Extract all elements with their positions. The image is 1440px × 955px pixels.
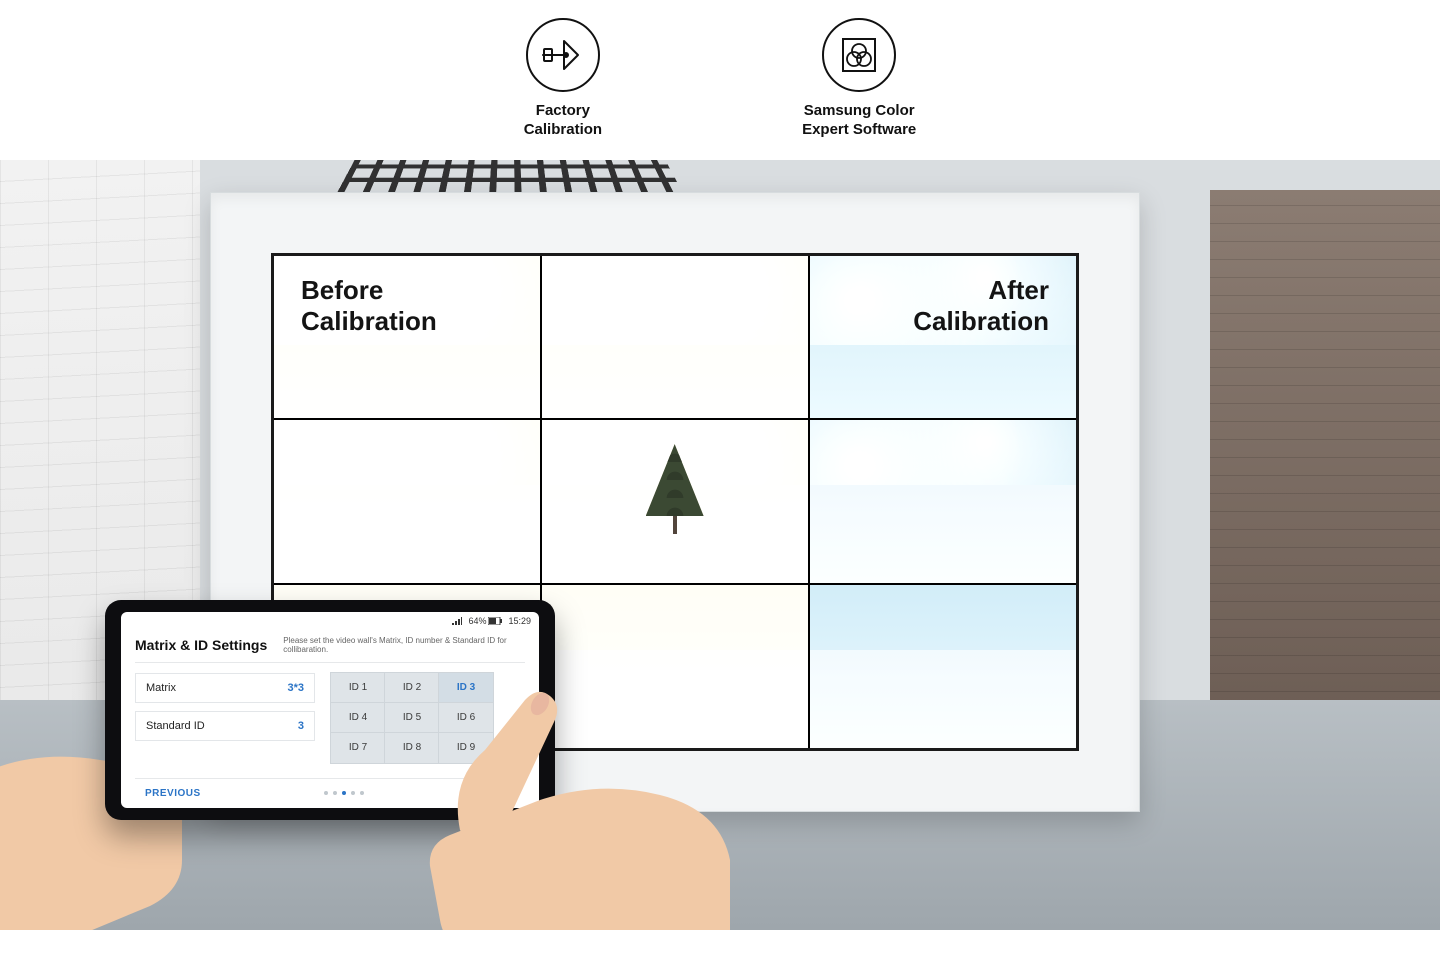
signal-icon: [452, 617, 462, 625]
phone-status-bar: 64% 15:29: [121, 612, 539, 630]
after-calibration-label: After Calibration: [913, 275, 1049, 337]
scene: Before Calibration After Calibration 64%…: [0, 160, 1440, 930]
page-dots: [324, 791, 364, 795]
page-dot[interactable]: [333, 791, 337, 795]
venn-icon: [822, 18, 896, 92]
next-button[interactable]: NEXT: [482, 782, 519, 805]
color-expert-caption: Samsung Color Expert Software: [802, 102, 916, 140]
factory-calibration-caption: Factory Calibration: [524, 102, 602, 140]
screen-subtitle: Please set the video wall's Matrix, ID n…: [283, 636, 525, 654]
page-dot[interactable]: [360, 791, 364, 795]
phone-device: 64% 15:29 Matrix & ID Settings Please se…: [105, 600, 555, 820]
previous-button[interactable]: PREVIOUS: [141, 782, 205, 805]
factory-calibration-feature: Factory Calibration: [524, 18, 602, 140]
id-cell-5[interactable]: ID 5: [385, 703, 439, 733]
before-calibration-label: Before Calibration: [301, 275, 437, 337]
settings-fields: Matrix 3*3 Standard ID 3: [135, 673, 315, 778]
id-cell-7[interactable]: ID 7: [331, 733, 385, 763]
battery-icon: [488, 617, 502, 625]
page-dot[interactable]: [351, 791, 355, 795]
feature-icons-row: Factory Calibration Samsung Color Expert…: [0, 0, 1440, 150]
id-cell-9[interactable]: ID 9: [439, 733, 493, 763]
screen-title: Matrix & ID Settings: [135, 637, 267, 653]
standard-id-label: Standard ID: [146, 720, 205, 732]
color-expert-feature: Samsung Color Expert Software: [802, 18, 916, 140]
battery-percent: 64%: [468, 616, 486, 626]
standard-id-value: 3: [298, 720, 304, 732]
page-dot[interactable]: [324, 791, 328, 795]
id-cell-1[interactable]: ID 1: [331, 673, 385, 703]
matrix-value: 3*3: [287, 682, 304, 694]
id-cell-6[interactable]: ID 6: [439, 703, 493, 733]
id-grid: ID 1ID 2ID 3 ID 4ID 5ID 6 ID 7ID 8ID 9: [331, 673, 493, 778]
phone-screen: 64% 15:29 Matrix & ID Settings Please se…: [121, 612, 539, 808]
id-cell-8[interactable]: ID 8: [385, 733, 439, 763]
page-dot[interactable]: [342, 791, 346, 795]
matrix-field[interactable]: Matrix 3*3: [135, 673, 315, 703]
status-time: 15:29: [508, 616, 531, 626]
id-cell-2[interactable]: ID 2: [385, 673, 439, 703]
id-cell-3[interactable]: ID 3: [439, 673, 493, 703]
standard-id-field[interactable]: Standard ID 3: [135, 711, 315, 741]
id-cell-4[interactable]: ID 4: [331, 703, 385, 733]
brick-wall-right: [1210, 190, 1440, 710]
matrix-label: Matrix: [146, 682, 176, 694]
calibration-icon: [526, 18, 600, 92]
